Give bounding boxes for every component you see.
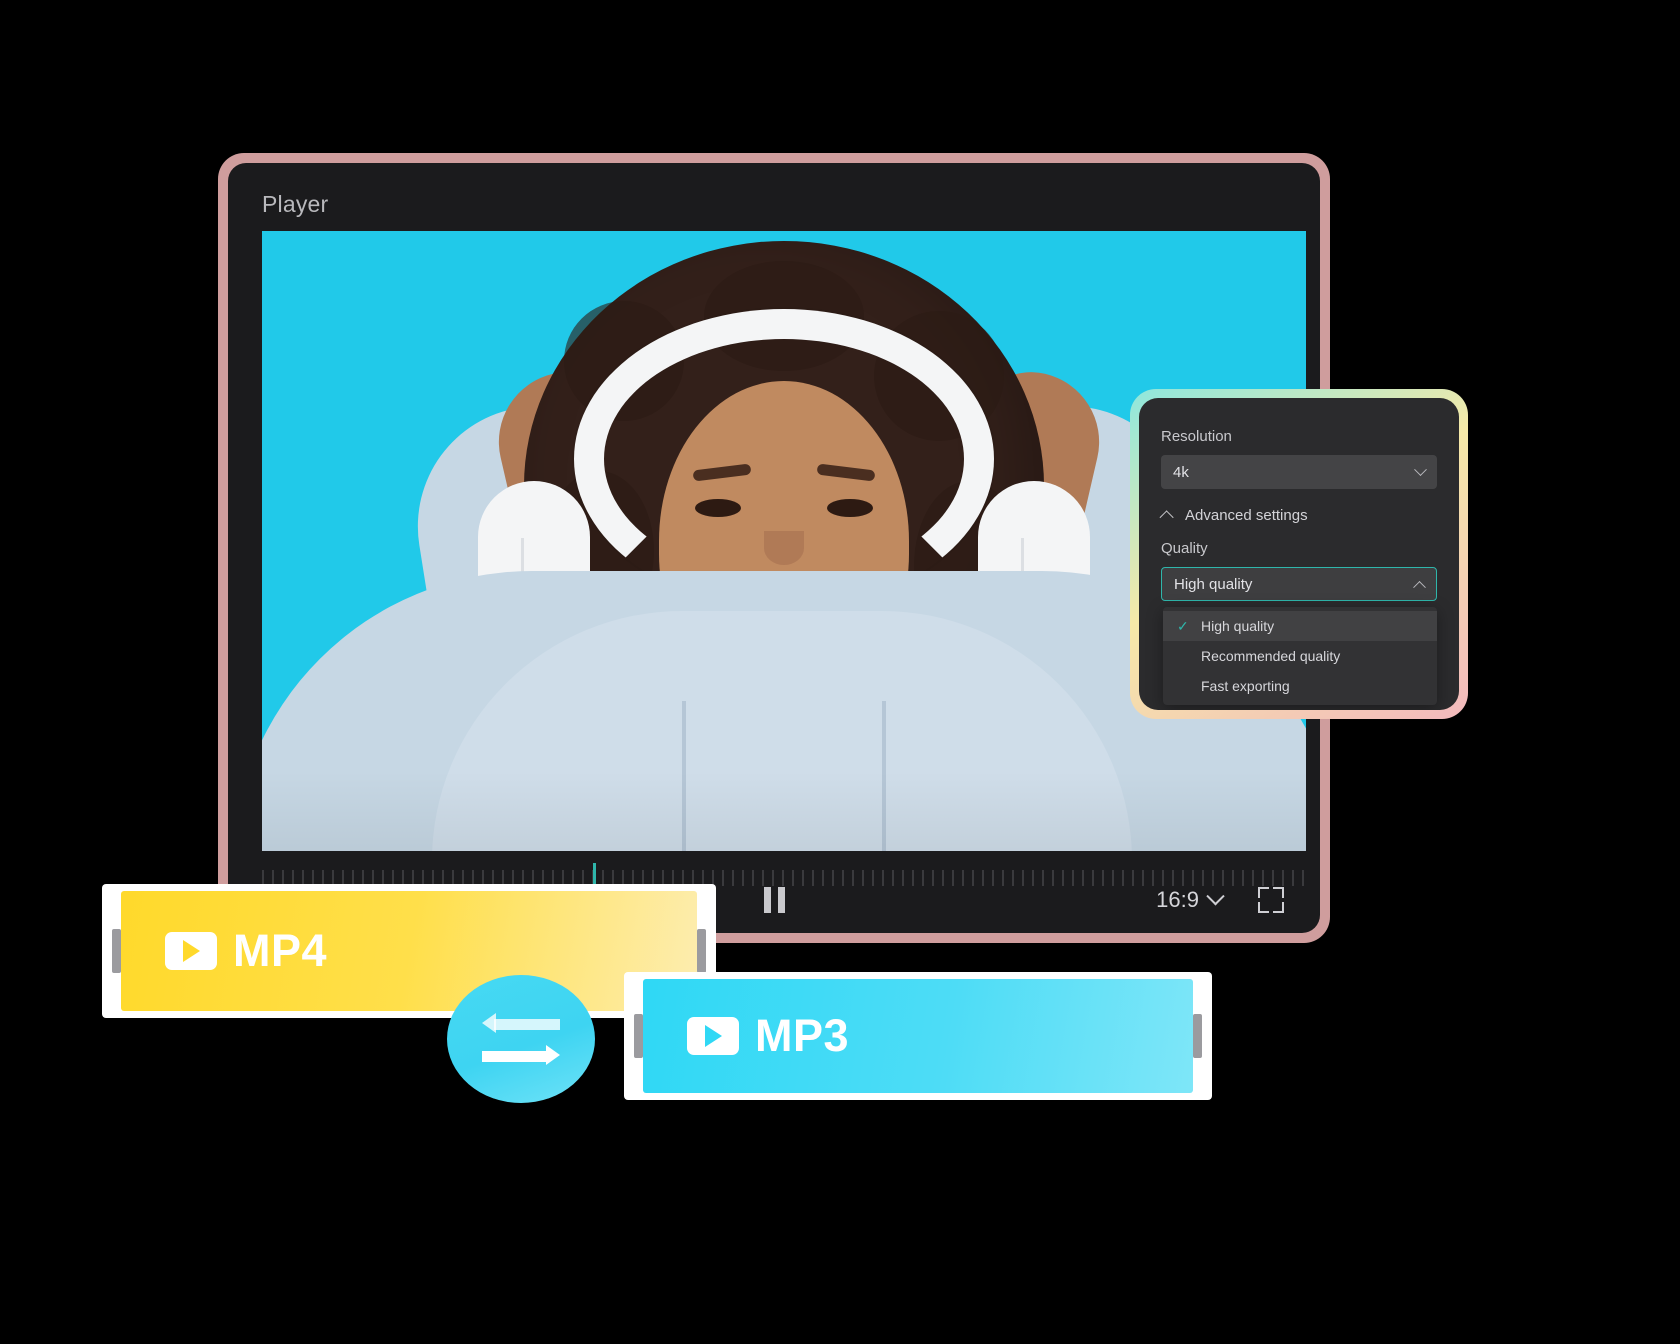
aspect-ratio-selector[interactable]: 16:9 (1156, 886, 1225, 913)
check-icon: ✓ (1177, 617, 1189, 634)
clip-handle-right[interactable] (1193, 1014, 1202, 1058)
fullscreen-corner-bl (1258, 902, 1269, 913)
convert-swap-icon[interactable] (447, 975, 595, 1103)
quality-value: High quality (1174, 575, 1253, 593)
target-clip-body: MP3 (643, 979, 1193, 1093)
aspect-ratio-value: 16:9 (1156, 887, 1199, 912)
screenshot-root: Player 16:9 Resolution 4k Advanced setti… (0, 0, 1680, 1344)
fullscreen-corner-tl (1258, 887, 1269, 898)
export-settings-panel: Resolution 4k Advanced settings Quality … (1139, 398, 1459, 710)
pause-button[interactable] (763, 887, 785, 913)
arrow-right-icon (482, 1045, 560, 1065)
quality-option-label: Recommended quality (1201, 648, 1341, 664)
audio-file-icon (687, 1017, 739, 1055)
resolution-select[interactable]: 4k (1161, 455, 1437, 489)
advanced-settings-toggle[interactable]: Advanced settings (1159, 507, 1437, 524)
target-format-clip[interactable]: MP3 (624, 972, 1212, 1100)
quality-label: Quality (1161, 540, 1208, 557)
fullscreen-icon[interactable] (1258, 887, 1284, 913)
clip-handle-left[interactable] (112, 929, 121, 973)
page-title: Player (262, 191, 329, 217)
source-format-label-group: MP4 (165, 925, 327, 977)
target-format-label-group: MP3 (687, 1010, 849, 1062)
quality-select[interactable]: High quality (1161, 567, 1437, 601)
pause-icon-bar-right (777, 887, 785, 913)
chevron-down-icon (1206, 886, 1225, 905)
resolution-value: 4k (1173, 463, 1189, 481)
photo-vignette (262, 771, 1306, 851)
fullscreen-corner-tr (1273, 887, 1284, 898)
chevron-up-icon (1159, 509, 1174, 524)
quality-dropdown-menu: ✓ High quality Recommended quality Fast exp… (1163, 607, 1437, 705)
resolution-label: Resolution (1161, 428, 1232, 445)
quality-option-label: Fast exporting (1201, 678, 1290, 694)
quality-option[interactable]: Fast exporting (1163, 671, 1437, 701)
clip-handle-left[interactable] (634, 1014, 643, 1058)
export-settings-popover: Resolution 4k Advanced settings Quality … (1130, 389, 1468, 719)
quality-option-label: High quality (1201, 618, 1275, 634)
source-format-text: MP4 (233, 925, 328, 976)
arrow-left-icon (482, 1013, 560, 1033)
quality-option[interactable]: ✓ High quality (1163, 611, 1437, 641)
chevron-down-icon (1414, 462, 1427, 476)
video-file-icon (165, 932, 217, 970)
headphones-band (574, 309, 994, 609)
target-format-text: MP3 (755, 1010, 850, 1061)
player-controls-right: 16:9 (1156, 886, 1284, 913)
source-clip-body: MP4 (121, 891, 697, 1011)
chevron-up-icon (1413, 580, 1426, 594)
clip-handle-right[interactable] (697, 929, 706, 973)
pause-icon-bar-left (763, 887, 771, 913)
fullscreen-corner-br (1273, 902, 1284, 913)
advanced-settings-label: Advanced settings (1185, 507, 1308, 524)
quality-option[interactable]: Recommended quality (1163, 641, 1437, 671)
